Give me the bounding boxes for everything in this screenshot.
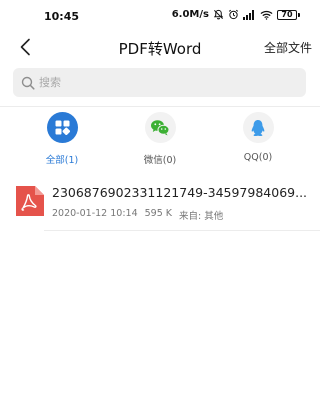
qq-icon: [242, 112, 274, 143]
grid-icon: [46, 112, 78, 143]
file-meta: 2020-01-12 10:14 595 K 来自: 其他: [52, 208, 223, 222]
header-divider: [0, 106, 320, 107]
file-name: 2306876902331121749-34597984069...: [52, 185, 308, 200]
list-divider: [44, 230, 320, 231]
status-bar: 10:45 6.0M/s 70: [0, 0, 320, 30]
status-indicators: 6.0M/s 70: [172, 9, 300, 20]
file-source: 来自: 其他: [179, 211, 224, 222]
file-date: 2020-01-12 10:14: [52, 208, 138, 219]
network-speed: 6.0M/s: [171, 9, 209, 20]
wechat-icon: [144, 112, 176, 143]
tab-all[interactable]: 全部(1): [32, 112, 92, 166]
app-header: PDF转Word 全部文件: [0, 30, 320, 66]
status-time: 10:45: [44, 10, 80, 23]
tab-qq[interactable]: QQ(0): [228, 112, 288, 163]
tab-wechat[interactable]: 微信(0): [130, 112, 190, 166]
search-bar[interactable]: [13, 68, 306, 97]
search-icon: [21, 76, 35, 90]
signal-icon: [243, 9, 256, 20]
mute-icon: [213, 9, 224, 20]
alarm-icon: [228, 9, 239, 20]
battery-icon: 70: [277, 9, 300, 20]
source-tabs: 全部(1) 微信(0) QQ(0): [0, 112, 320, 170]
battery-level: 70: [277, 9, 297, 20]
pdf-file-icon: [14, 186, 44, 216]
tab-all-label: 全部(1): [45, 155, 79, 166]
wifi-icon: [260, 10, 273, 20]
all-files-button[interactable]: 全部文件: [264, 39, 312, 56]
tab-wechat-label: 微信(0): [143, 155, 177, 166]
list-item[interactable]: 2306876902331121749-34597984069... 2020-…: [0, 178, 320, 231]
search-input[interactable]: [39, 76, 279, 89]
tab-qq-label: QQ(0): [243, 152, 273, 163]
file-size: 595 K: [144, 208, 172, 219]
